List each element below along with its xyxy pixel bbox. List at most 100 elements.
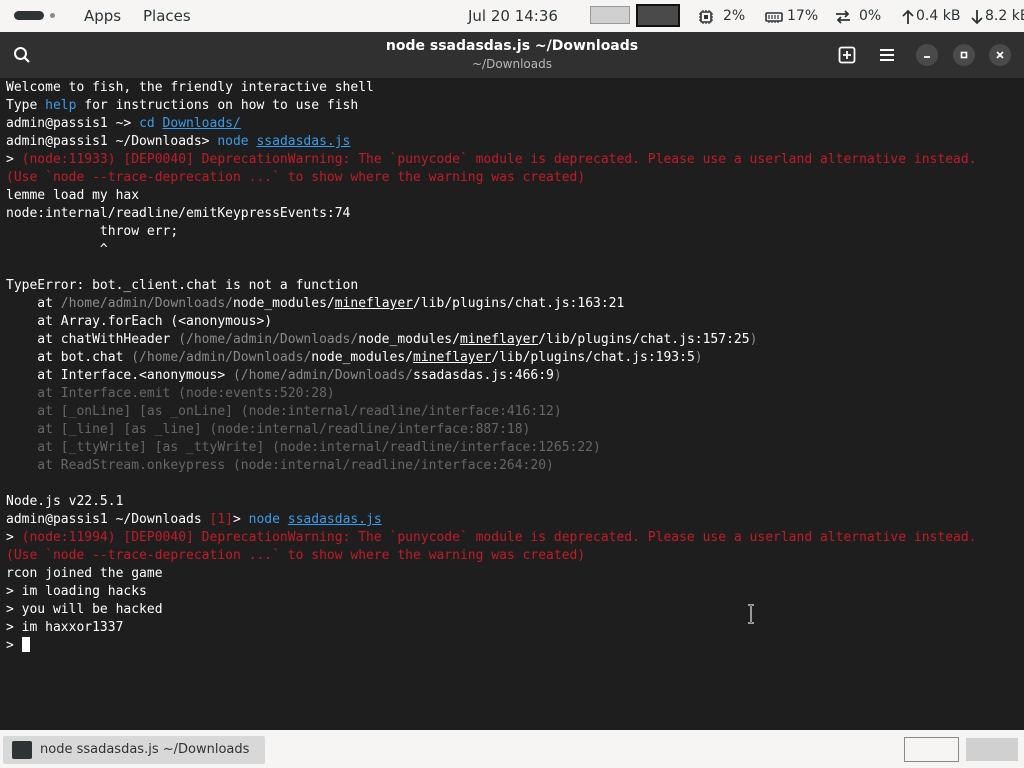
terminal-line: Welcome to fish, the friendly interactiv… bbox=[6, 79, 977, 97]
terminal-line: > im loading hacks bbox=[6, 583, 977, 601]
close-button[interactable] bbox=[989, 44, 1011, 66]
places-menu[interactable]: Places bbox=[143, 0, 191, 32]
terminal-line: at [_onLine] [as _onLine] (node:internal… bbox=[6, 403, 977, 421]
terminal-text-segment: [1] bbox=[209, 512, 233, 527]
terminal-line: at bot.chat (/home/admin/Downloads/node_… bbox=[6, 349, 977, 367]
workspace-dot bbox=[50, 13, 55, 18]
memory-indicator[interactable]: 17% bbox=[765, 0, 823, 32]
terminal-text-segment: node:internal/readline/emitKeypressEvent… bbox=[6, 206, 351, 221]
terminal-line: at /home/admin/Downloads/node_modules/mi… bbox=[6, 295, 977, 313]
terminal-text-segment: at Interface.<anonymous> bbox=[6, 368, 233, 383]
terminal-text-segment: > bbox=[6, 530, 22, 545]
upload-indicator[interactable]: 0.4 kB bbox=[902, 0, 964, 32]
new-tab-button[interactable] bbox=[833, 41, 861, 69]
terminal-text-segment: mineflayer bbox=[413, 350, 492, 365]
terminal-text-segment: node_modules/ bbox=[232, 296, 335, 311]
terminal-line: at Array.forEach (<anonymous>) bbox=[6, 313, 977, 331]
terminal-line: > (node:11933) [DEP0040] DeprecationWarn… bbox=[6, 151, 977, 169]
terminal-text-segment: for instructions on how to use fish bbox=[76, 98, 359, 113]
download-arrow-icon bbox=[971, 10, 983, 25]
activities-indicator[interactable] bbox=[14, 11, 58, 21]
terminal-line: at [_ttyWrite] [as _ttyWrite] (node:inte… bbox=[6, 439, 977, 457]
terminal-text-segment: at bbox=[6, 296, 61, 311]
hamburger-menu-icon bbox=[880, 49, 894, 61]
terminal-text-segment: throw err; bbox=[6, 224, 179, 239]
terminal-line: at chatWithHeader (/home/admin/Downloads… bbox=[6, 331, 977, 349]
terminal-text-segment: /lib/plugins/chat.js:163:21 bbox=[413, 296, 625, 311]
workspace-switcher-1[interactable] bbox=[904, 737, 959, 762]
download-indicator[interactable]: 8.2 kB bbox=[971, 0, 1024, 32]
terminal-prompt-line[interactable]: > bbox=[6, 637, 977, 655]
terminal-text-segment: at bot.chat bbox=[6, 350, 132, 365]
terminal-text-segment: TypeError: bot._client.chat is not a fun… bbox=[6, 278, 359, 293]
terminal-text-segment: admin@passis1 bbox=[6, 116, 116, 131]
bottom-panel: node ssadasdas.js ~/Downloads bbox=[0, 730, 1024, 768]
terminal-line: > (node:11994) [DEP0040] DeprecationWarn… bbox=[6, 529, 977, 547]
terminal-line: Node.js v22.5.1 bbox=[6, 493, 977, 511]
terminal-text-segment: mineflayer bbox=[459, 332, 539, 347]
terminal-text-segment: lemme load my hax bbox=[6, 188, 140, 203]
terminal-line: ^ bbox=[6, 241, 977, 259]
workspace-2[interactable] bbox=[636, 4, 680, 27]
terminal-text-segment: ) bbox=[553, 368, 562, 383]
terminal-text-segment[interactable]: Downloads/ bbox=[163, 116, 241, 131]
terminal-text-segment: help bbox=[45, 98, 77, 113]
menu-button[interactable] bbox=[873, 41, 901, 69]
terminal-line: rcon joined the game bbox=[6, 565, 977, 583]
terminal-line: admin@passis1 ~/Downloads [1]> node ssad… bbox=[6, 511, 977, 529]
memory-icon bbox=[765, 12, 783, 23]
terminal-cursor bbox=[21, 637, 30, 652]
terminal-output: Welcome to fish, the friendly interactiv… bbox=[6, 79, 977, 655]
terminal-app-icon bbox=[12, 741, 32, 759]
terminal-line: at Interface.<anonymous> (/home/admin/Do… bbox=[6, 367, 977, 385]
terminal-view[interactable]: Welcome to fish, the friendly interactiv… bbox=[0, 78, 1024, 730]
clock[interactable]: Jul 20 14:36 bbox=[468, 0, 558, 32]
terminal-line: at [_line] [as _line] (node:internal/rea… bbox=[6, 421, 977, 439]
swap-indicator[interactable]: 0% bbox=[834, 0, 884, 32]
terminal-text-segment: ) bbox=[694, 350, 703, 365]
apps-menu[interactable]: Apps bbox=[84, 0, 121, 32]
terminal-text-segment: > im haxxor1337 bbox=[6, 620, 124, 635]
terminal-text-segment: > im loading hacks bbox=[6, 584, 147, 599]
taskbar-item-label: node ssadasdas.js ~/Downloads bbox=[40, 742, 250, 757]
terminal-text-segment: at [_ttyWrite] [as _ttyWrite] (node:inte… bbox=[6, 440, 601, 455]
terminal-text-segment: (Use `node --trace-deprecation ...` to s… bbox=[6, 548, 586, 563]
terminal-line: node:internal/readline/emitKeypressEvent… bbox=[6, 205, 977, 223]
workspace-switcher-2[interactable] bbox=[966, 738, 1018, 761]
terminal-text-segment: cd bbox=[139, 116, 163, 131]
maximize-button[interactable] bbox=[953, 44, 975, 66]
taskbar-item-terminal[interactable]: node ssadasdas.js ~/Downloads bbox=[3, 736, 265, 764]
terminal-text-segment: Welcome to fish, the friendly interactiv… bbox=[6, 80, 374, 95]
swap-icon bbox=[836, 10, 850, 24]
terminal-text-segment: node_modules/ bbox=[358, 332, 460, 347]
terminal-text-segment: /home/admin/Downloads/ bbox=[60, 296, 233, 311]
terminal-text-segment: (node:11933) [DEP0040] DeprecationWarnin… bbox=[21, 152, 977, 167]
terminal-text-segment: (/home/admin/Downloads/ bbox=[178, 332, 359, 347]
upload-arrow-icon bbox=[902, 9, 914, 24]
terminal-headerbar: node ssadasdas.js ~/Downloads ~/Download… bbox=[0, 32, 1024, 78]
terminal-text-segment: ) bbox=[749, 332, 758, 347]
window-title: node ssadasdas.js ~/Downloads bbox=[385, 38, 639, 54]
cpu-indicator[interactable]: 2% bbox=[698, 0, 748, 32]
terminal-text-segment: at ReadStream.onkeypress (node:internal/… bbox=[6, 458, 554, 473]
download-value: 8.2 kB bbox=[985, 8, 1024, 24]
workspace-1[interactable] bbox=[590, 6, 630, 24]
terminal-text-segment: /lib/plugins/chat.js:193:5 bbox=[491, 350, 695, 365]
terminal-text-segment[interactable]: ssadasdas.js bbox=[256, 134, 350, 149]
terminal-text-segment: at chatWithHeader bbox=[6, 332, 179, 347]
terminal-line: > im haxxor1337 bbox=[6, 619, 977, 637]
terminal-text-segment[interactable]: ssadasdas.js bbox=[288, 512, 382, 527]
new-tab-icon bbox=[838, 46, 856, 64]
minimize-icon bbox=[924, 56, 930, 58]
minimize-button[interactable] bbox=[916, 44, 938, 66]
cpu-icon bbox=[699, 10, 713, 24]
terminal-text-segment: node bbox=[248, 512, 288, 527]
terminal-line: > you will be hacked bbox=[6, 601, 977, 619]
terminal-line: (Use `node --trace-deprecation ...` to s… bbox=[6, 169, 977, 187]
prompt-symbol: > bbox=[6, 638, 22, 653]
terminal-text-segment: (/home/admin/Downloads/ bbox=[131, 350, 312, 365]
top-panel: Apps Places Jul 20 14:36 2% 17% 0% 0.4 k… bbox=[0, 0, 1024, 32]
terminal-text-segment: > bbox=[232, 512, 249, 527]
